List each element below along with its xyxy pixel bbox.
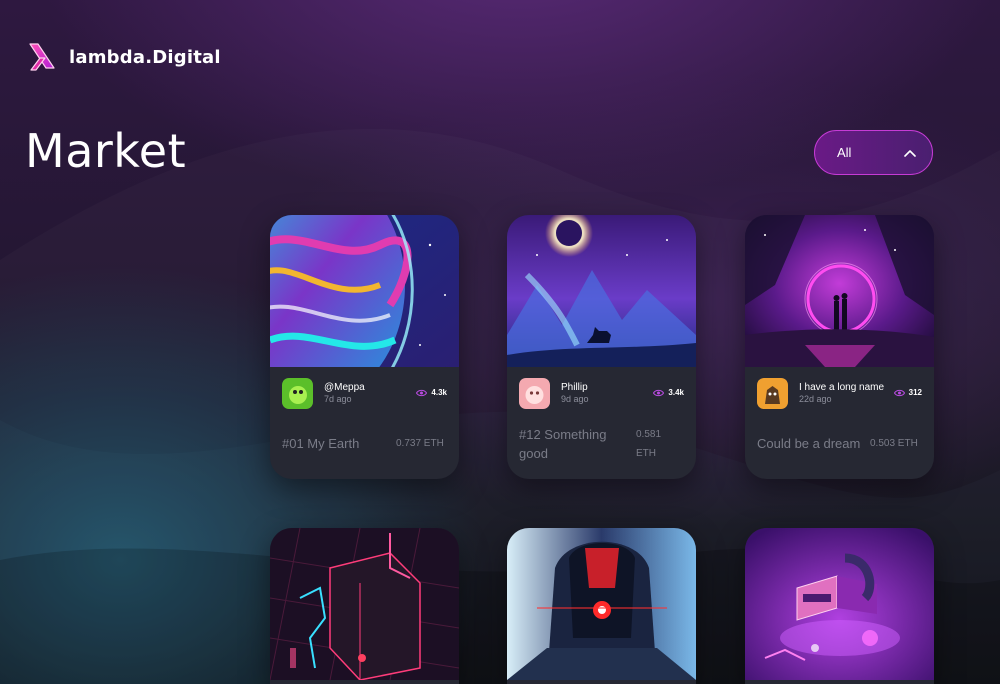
post-time: 9d ago [561,394,589,404]
neon-portal-couple-artwork [745,215,934,367]
nft-card[interactable]: Phillip 9d ago 3.4k #12 Something good 0… [507,215,696,479]
author-name[interactable]: @Meppa [324,382,365,393]
avatar [282,378,313,409]
nft-card[interactable] [507,528,696,684]
eye-icon [416,389,428,396]
view-count: 4.3k [416,388,447,397]
chevron-up-icon [904,149,916,157]
page-title: Market [25,124,187,178]
nft-card[interactable] [270,528,459,684]
post-time: 22d ago [799,394,832,404]
brand-name: lambda.Digital [69,46,221,68]
nft-title: #01 My Earth [282,436,360,451]
views-count: 4.3k [431,388,447,397]
view-count: 3.4k [653,388,684,397]
metaverse-vr-headset-artwork [745,528,934,680]
post-time: 7d ago [324,394,352,404]
nft-title: Could be a dream [757,436,861,451]
eye-icon [653,389,665,396]
lambda-logo-icon [29,43,55,71]
eye-icon [893,389,905,396]
views-count: 312 [908,388,922,397]
nft-price: 0.581 ETH [636,429,662,459]
nft-card[interactable]: @Meppa 7d ago 4.3k #01 My Earth 0.737 ET… [270,215,459,479]
avatar [757,378,788,409]
filter-selected-value: All [837,145,852,160]
moon-deer-landscape-artwork [507,215,696,367]
nft-card[interactable]: I have a long name 22d ago 312 Could be … [745,215,934,479]
author-name[interactable]: I have a long name [799,382,884,393]
nft-card[interactable] [745,528,934,684]
filter-dropdown[interactable]: All [814,130,933,175]
view-count: 312 [893,388,922,397]
nft-price: 0.503 ETH [870,438,918,449]
views-count: 3.4k [668,388,684,397]
author-name[interactable]: Phillip [561,382,588,393]
marbled-planet-artwork [270,215,459,367]
avatar [519,378,550,409]
nft-price: 0.737 ETH [396,438,444,449]
neon-city-cube-artwork [270,528,459,680]
nft-title: #12 Something good [519,427,607,461]
cyber-hooded-figure-artwork [507,528,696,680]
brand-logo[interactable]: lambda.Digital [26,40,221,74]
